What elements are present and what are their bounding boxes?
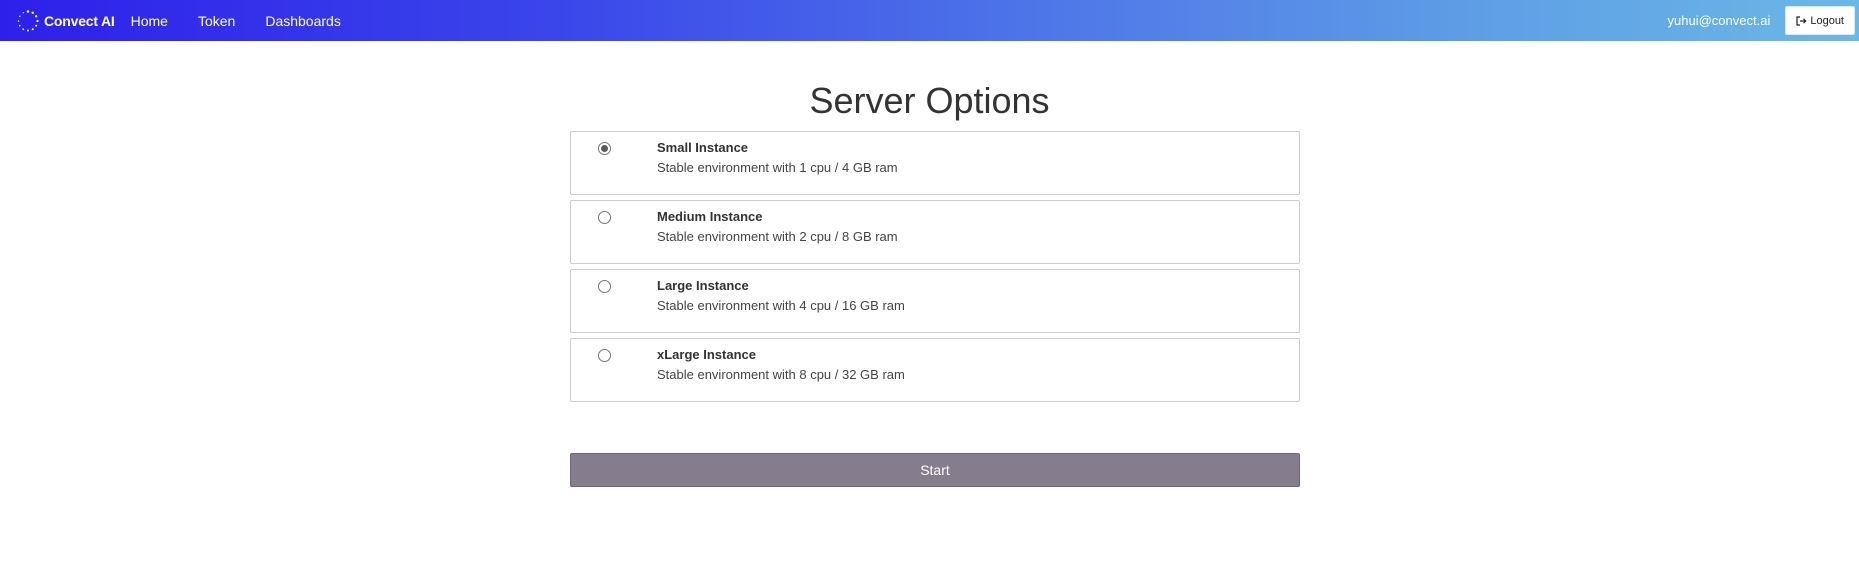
nav-link-home[interactable]: Home [131,13,168,29]
radio-small[interactable] [598,142,611,155]
user-email: yuhui@convect.ai [1667,13,1771,28]
radio-xlarge[interactable] [598,349,611,362]
spinner-logo-icon [17,9,39,31]
server-options-list: Small Instance Stable environment with 1… [570,131,1300,407]
option-description: Stable environment with 4 cpu / 16 GB ra… [657,298,905,313]
option-description: Stable environment with 1 cpu / 4 GB ram [657,160,898,175]
radio-medium[interactable] [598,211,611,224]
logout-label: Logout [1810,14,1844,27]
server-option-large[interactable]: Large Instance Stable environment with 4… [570,269,1300,333]
brand-link[interactable]: Convect AI [16,0,115,41]
server-option-medium[interactable]: Medium Instance Stable environment with … [570,200,1300,264]
nav-user-area: yuhui@convect.ai Logout [1668,0,1855,41]
option-name: Large Instance [657,278,749,293]
start-button[interactable]: Start [570,453,1300,487]
option-name: Medium Instance [657,209,763,224]
nav-links: Home Token Dashboards [131,13,371,29]
option-name: xLarge Instance [657,347,756,362]
sign-out-icon [1796,15,1807,26]
option-description: Stable environment with 8 cpu / 32 GB ra… [657,367,905,382]
option-description: Stable environment with 2 cpu / 8 GB ram [657,229,898,244]
server-option-xlarge[interactable]: xLarge Instance Stable environment with … [570,338,1300,402]
brand-name: Convect AI [44,12,115,29]
server-option-small[interactable]: Small Instance Stable environment with 1… [570,131,1300,195]
page-title: Server Options [809,80,1050,121]
top-navbar: Convect AI Home Token Dashboards yuhui@c… [0,0,1859,41]
radio-large[interactable] [598,280,611,293]
nav-link-dashboards[interactable]: Dashboards [265,13,341,29]
logout-button[interactable]: Logout [1785,6,1855,35]
option-name: Small Instance [657,140,749,155]
nav-link-token[interactable]: Token [198,13,235,29]
